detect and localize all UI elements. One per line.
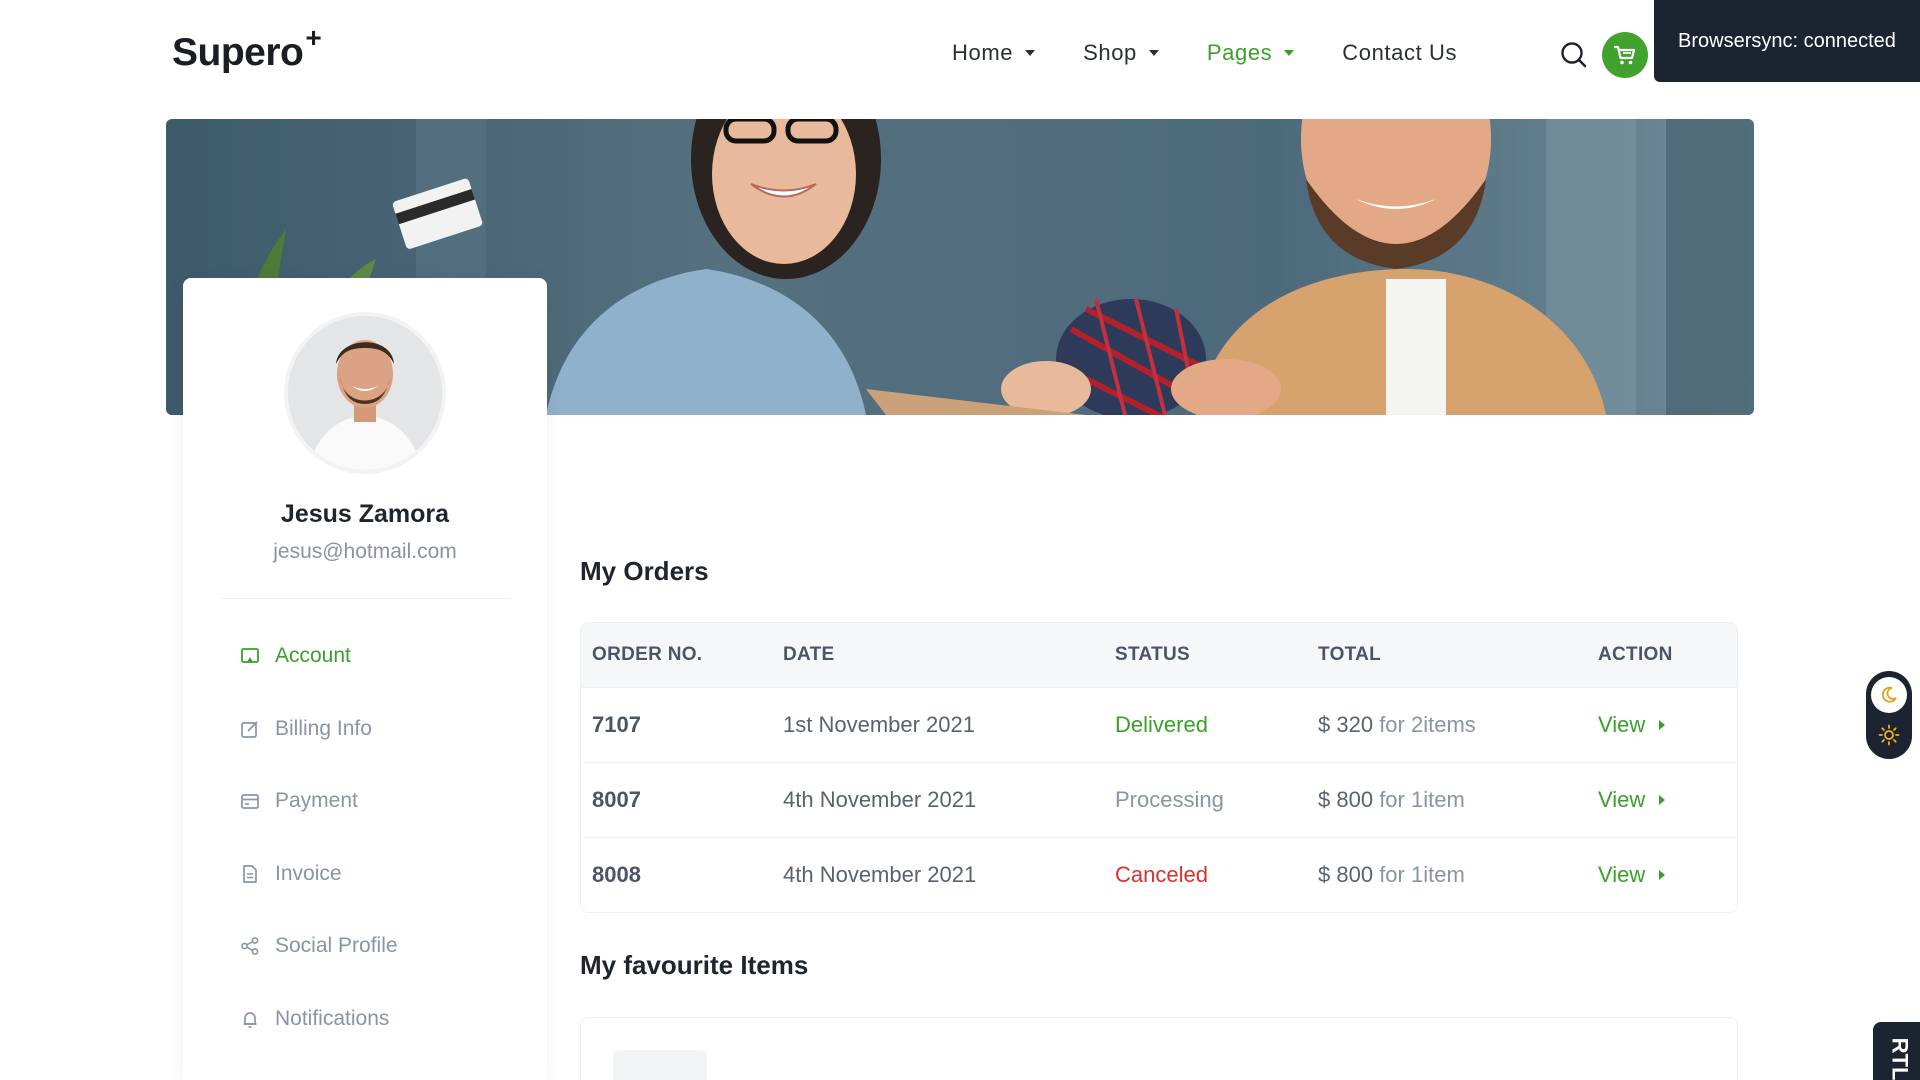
moon-icon: [1881, 686, 1897, 703]
view-order-link[interactable]: View: [1598, 862, 1666, 888]
view-label: View: [1598, 712, 1646, 737]
table-header: ORDER NO. DATE STATUS TOTAL ACTION: [581, 623, 1737, 687]
sidebar-item-invoice[interactable]: Invoice: [239, 861, 398, 887]
caret-down-icon: [1284, 50, 1295, 56]
table-row: 8008 4th November 2021 Canceled $ 800 fo…: [581, 837, 1737, 912]
edit-icon: [239, 718, 261, 740]
caret-down-icon: [1025, 50, 1036, 56]
arrow-right-icon: [1659, 870, 1666, 880]
order-total: $ 800 for 1item: [1318, 787, 1465, 813]
account-menu: Account Billing Info Payment Invoice Soc…: [239, 643, 398, 1079]
sidebar-item-label: Billing Info: [275, 716, 372, 740]
order-status: Canceled: [1115, 862, 1208, 887]
site-header: Supero+ Home Shop Pages Contact Us: [0, 0, 1920, 110]
sun-icon: [1878, 724, 1900, 746]
order-total: $ 800 for 1item: [1318, 862, 1465, 888]
nav-item-pages[interactable]: Pages: [1206, 40, 1295, 66]
order-status: Delivered: [1115, 712, 1208, 737]
sidebar-item-account[interactable]: Account: [239, 643, 398, 669]
order-date: 1st November 2021: [783, 712, 975, 737]
nav-item-home[interactable]: Home: [952, 40, 1036, 66]
rtl-toggle-button[interactable]: RTL: [1873, 1022, 1920, 1080]
favourites-title: My favourite Items: [580, 950, 809, 980]
profile-divider: [221, 598, 511, 599]
favourite-item-thumbnail: [613, 1050, 707, 1080]
order-total-amount: $ 320: [1318, 712, 1374, 737]
view-order-link[interactable]: View: [1598, 712, 1666, 738]
column-header: TOTAL: [1318, 644, 1382, 665]
order-total-items: for 2items: [1379, 712, 1476, 737]
order-total: $ 320 for 2items: [1318, 712, 1476, 738]
browsersync-text: Browsersync: connected: [1678, 29, 1896, 52]
favourite-item-card[interactable]: [580, 1017, 1738, 1080]
order-total-amount: $ 800: [1318, 862, 1374, 887]
profile-card: Jesus Zamora jesus@hotmail.com Account B…: [183, 278, 547, 1080]
table-row: 8007 4th November 2021 Processing $ 800 …: [581, 762, 1737, 837]
column-header: ORDER NO.: [592, 644, 703, 665]
sidebar-item-payment[interactable]: Payment: [239, 788, 398, 814]
sidebar-item-notifications[interactable]: Notifications: [239, 1006, 398, 1032]
nav-item-label: Shop: [1083, 40, 1137, 65]
column-header: ACTION: [1598, 644, 1673, 665]
user-name: Jesus Zamora: [280, 500, 450, 528]
search-icon: [1561, 42, 1587, 68]
main-nav: Home Shop Pages Contact Us: [952, 40, 1505, 66]
avatar-photo: [288, 316, 442, 470]
order-number: 8007: [592, 787, 641, 812]
browsersync-notice: Browsersync: connected: [1654, 0, 1920, 82]
orders-title: My Orders: [580, 556, 709, 586]
search-button[interactable]: [1557, 38, 1591, 72]
sidebar-item-label: Invoice: [275, 861, 342, 885]
share-icon: [239, 935, 261, 957]
brand-logo[interactable]: Supero+: [172, 22, 322, 75]
user-email: jesus@hotmail.com: [273, 540, 457, 563]
dark-mode-option[interactable]: [1871, 677, 1907, 713]
avatar: [284, 312, 446, 474]
sidebar-item-social-profile[interactable]: Social Profile: [239, 933, 398, 959]
table-row: 7107 1st November 2021 Delivered $ 320 f…: [581, 687, 1737, 762]
column-header: STATUS: [1115, 644, 1190, 665]
order-number: 7107: [592, 712, 641, 737]
cart-button[interactable]: [1602, 32, 1648, 78]
brand-name: Supero: [172, 31, 304, 74]
view-order-link[interactable]: View: [1598, 787, 1666, 813]
arrow-right-icon: [1659, 720, 1666, 730]
nav-item-label: Home: [952, 40, 1014, 65]
orders-table: ORDER NO. DATE STATUS TOTAL ACTION 7107 …: [580, 622, 1738, 913]
bell-icon: [239, 1008, 261, 1030]
arrow-right-icon: [1659, 795, 1666, 805]
sidebar-item-label: Account: [275, 644, 351, 667]
order-number: 8008: [592, 862, 641, 887]
order-total-items: for 1item: [1379, 862, 1465, 887]
nav-item-label: Contact Us: [1342, 40, 1458, 65]
document-icon: [239, 863, 261, 885]
order-status: Processing: [1115, 787, 1224, 812]
view-label: View: [1598, 787, 1646, 812]
theme-toggle[interactable]: [1866, 671, 1912, 759]
cart-icon: [1613, 45, 1636, 65]
order-total-items: for 1item: [1379, 787, 1465, 812]
account-icon: [239, 645, 261, 667]
view-label: View: [1598, 862, 1646, 887]
sidebar-item-label: Payment: [275, 789, 358, 813]
light-mode-option[interactable]: [1871, 717, 1907, 753]
brand-mark: +: [305, 22, 322, 53]
order-date: 4th November 2021: [783, 787, 977, 812]
order-date: 4th November 2021: [783, 862, 977, 887]
order-total-amount: $ 800: [1318, 787, 1374, 812]
card-icon: [239, 790, 261, 812]
nav-item-label: Pages: [1206, 40, 1273, 65]
sidebar-item-label: Social Profile: [275, 934, 398, 958]
nav-item-contact[interactable]: Contact Us: [1342, 40, 1457, 66]
sidebar-item-billing-info[interactable]: Billing Info: [239, 716, 398, 742]
rtl-label: RTL: [1886, 1037, 1912, 1080]
column-header: DATE: [783, 644, 835, 665]
caret-down-icon: [1148, 50, 1159, 56]
nav-item-shop[interactable]: Shop: [1083, 40, 1159, 66]
sidebar-item-label: Notifications: [275, 1006, 390, 1030]
